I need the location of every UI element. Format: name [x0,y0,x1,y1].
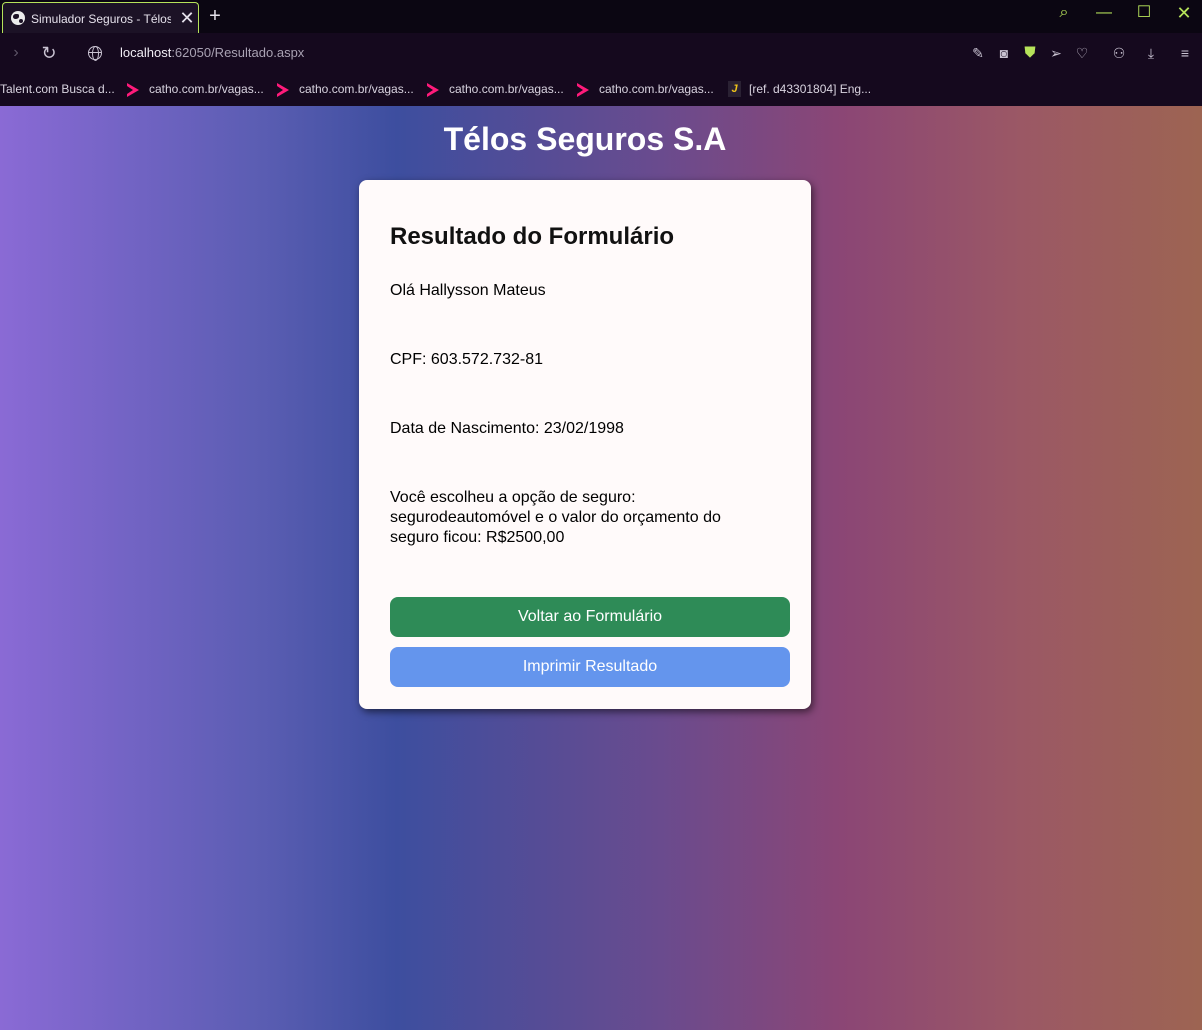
close-window-icon[interactable]: ✕ [1169,2,1199,24]
catho-chevron-icon [277,81,291,97]
greeting-text: Olá Hallysson Mateus [390,282,546,299]
maximize-icon[interactable]: ☐ [1129,2,1159,24]
menu-icon[interactable]: ≡ [1176,44,1194,62]
address-bar: › ↻ localhost:62050/Resultado.aspx ✎ ◙ ⛊… [0,33,1202,73]
globe-favicon-icon [11,11,25,25]
forward-icon[interactable]: › [4,41,28,65]
shield-icon[interactable]: ⛊ [1021,44,1039,62]
url-field[interactable]: localhost:62050/Resultado.aspx [120,45,304,60]
back-to-form-button[interactable]: Voltar ao Formulário [390,597,790,637]
catho-chevron-icon [127,81,141,97]
catho-chevron-icon [577,81,591,97]
j-icon: J [728,81,741,97]
reload-icon[interactable]: ↻ [37,41,61,65]
bookmark-catho-2[interactable]: catho.com.br/vagas... [277,79,414,99]
bookmark-label: catho.com.br/vagas... [599,82,714,96]
catho-chevron-icon [427,81,441,97]
print-result-button[interactable]: Imprimir Resultado [390,647,790,687]
bookmark-catho-4[interactable]: catho.com.br/vagas... [577,79,714,99]
heart-icon[interactable]: ♡ [1073,44,1091,62]
site-info-icon[interactable] [88,46,102,61]
profile-icon[interactable]: ⚇ [1110,44,1128,62]
send-icon[interactable]: ➢ [1047,44,1065,62]
url-path: :62050/Resultado.aspx [171,45,305,60]
camera-icon[interactable]: ◙ [995,44,1013,62]
bookmark-catho-1[interactable]: catho.com.br/vagas... [127,79,264,99]
bookmark-label: Talent.com Busca d... [0,82,115,96]
bookmark-catho-3[interactable]: catho.com.br/vagas... [427,79,564,99]
share-icon[interactable]: ✎ [969,44,987,62]
cpf-text: CPF: 603.572.732-81 [390,351,543,368]
page-viewport: Télos Seguros S.A Resultado do Formulári… [0,106,1202,1030]
bookmark-ref[interactable]: J [ref. d43301804] Eng... [728,79,871,99]
tab-title: Simulador Seguros - Télos [31,12,171,26]
card-title: Resultado do Formulário [390,223,675,250]
bookmarks-bar: Talent.com Busca d... catho.com.br/vagas… [0,73,1202,106]
bookmark-label: catho.com.br/vagas... [449,82,564,96]
close-tab-icon[interactable]: ✕ [178,8,196,28]
result-text: Você escolheu a opção de seguro: segurod… [390,489,721,546]
bookmark-talent[interactable]: Talent.com Busca d... [0,79,115,99]
search-icon[interactable]: ⌕ [1049,2,1079,24]
birth-date-text: Data de Nascimento: 23/02/1998 [390,420,624,437]
browser-tab[interactable]: Simulador Seguros - Télos ✕ [2,2,199,33]
brand-title: Télos Seguros S.A [443,121,727,157]
bookmark-label: [ref. d43301804] Eng... [749,82,872,96]
download-icon[interactable]: ⤓ [1142,44,1160,62]
url-host: localhost [120,45,172,60]
tab-bar: Simulador Seguros - Télos ✕ + ⌕ — ☐ ✕ [0,0,1202,33]
result-card: Resultado do Formulário Olá Hallysson Ma… [359,180,811,709]
bookmark-label: catho.com.br/vagas... [149,82,264,96]
bookmark-label: catho.com.br/vagas... [299,82,414,96]
new-tab-button[interactable]: + [205,4,225,28]
minimize-icon[interactable]: — [1089,2,1119,24]
